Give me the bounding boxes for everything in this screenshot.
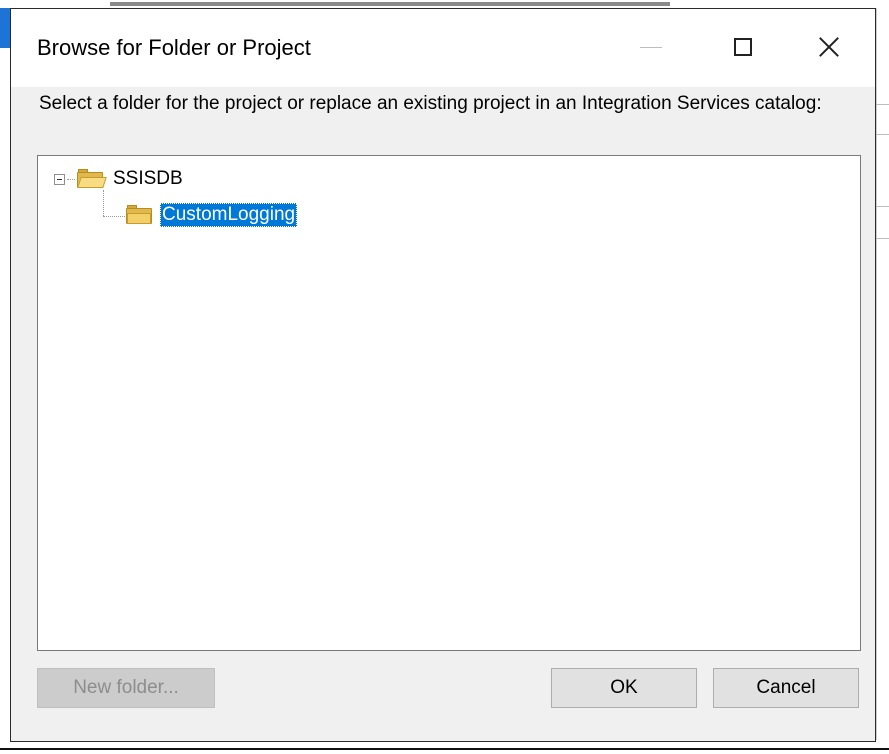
background-app-toolbar-fragment xyxy=(110,2,670,6)
ok-button[interactable]: OK xyxy=(551,668,697,708)
background-app-bottom-edge xyxy=(0,748,889,750)
close-button[interactable] xyxy=(801,27,857,67)
background-app-separator xyxy=(876,206,889,207)
tree-node-label-selected[interactable]: CustomLogging xyxy=(160,203,298,227)
open-folder-icon xyxy=(77,169,107,189)
folder-icon xyxy=(126,205,154,225)
instruction-text: Select a folder for the project or repla… xyxy=(39,93,822,114)
tree-connector-line xyxy=(103,216,125,217)
tree-node-ssisdb[interactable]: SSISDB xyxy=(54,166,185,192)
tree-connector-line xyxy=(67,178,75,180)
background-app-separator xyxy=(876,104,889,105)
tree-node-label[interactable]: SSISDB xyxy=(111,167,185,191)
minimize-icon xyxy=(640,46,662,48)
folder-tree[interactable]: SSISDB CustomLogging xyxy=(37,155,861,651)
new-folder-button: New folder... xyxy=(37,668,215,708)
tree-node-customlogging[interactable]: CustomLogging xyxy=(126,202,298,228)
dialog-title: Browse for Folder or Project xyxy=(37,35,311,60)
browse-dialog: Browse for Folder or Project Select a fo… xyxy=(10,8,876,742)
background-app-separator xyxy=(876,134,889,135)
background-app-right-edge xyxy=(876,8,889,748)
close-icon xyxy=(818,36,840,58)
collapse-icon[interactable] xyxy=(54,173,65,185)
tree-connector-line xyxy=(103,190,104,216)
screen: Browse for Folder or Project Select a fo… xyxy=(0,0,889,754)
background-app-separator xyxy=(876,238,889,239)
title-bar[interactable]: Browse for Folder or Project xyxy=(11,9,875,87)
maximize-button[interactable] xyxy=(715,27,771,67)
maximize-icon xyxy=(734,38,752,56)
background-app-bottom xyxy=(0,740,889,754)
minimize-button xyxy=(623,27,679,67)
cancel-button[interactable]: Cancel xyxy=(713,668,859,708)
